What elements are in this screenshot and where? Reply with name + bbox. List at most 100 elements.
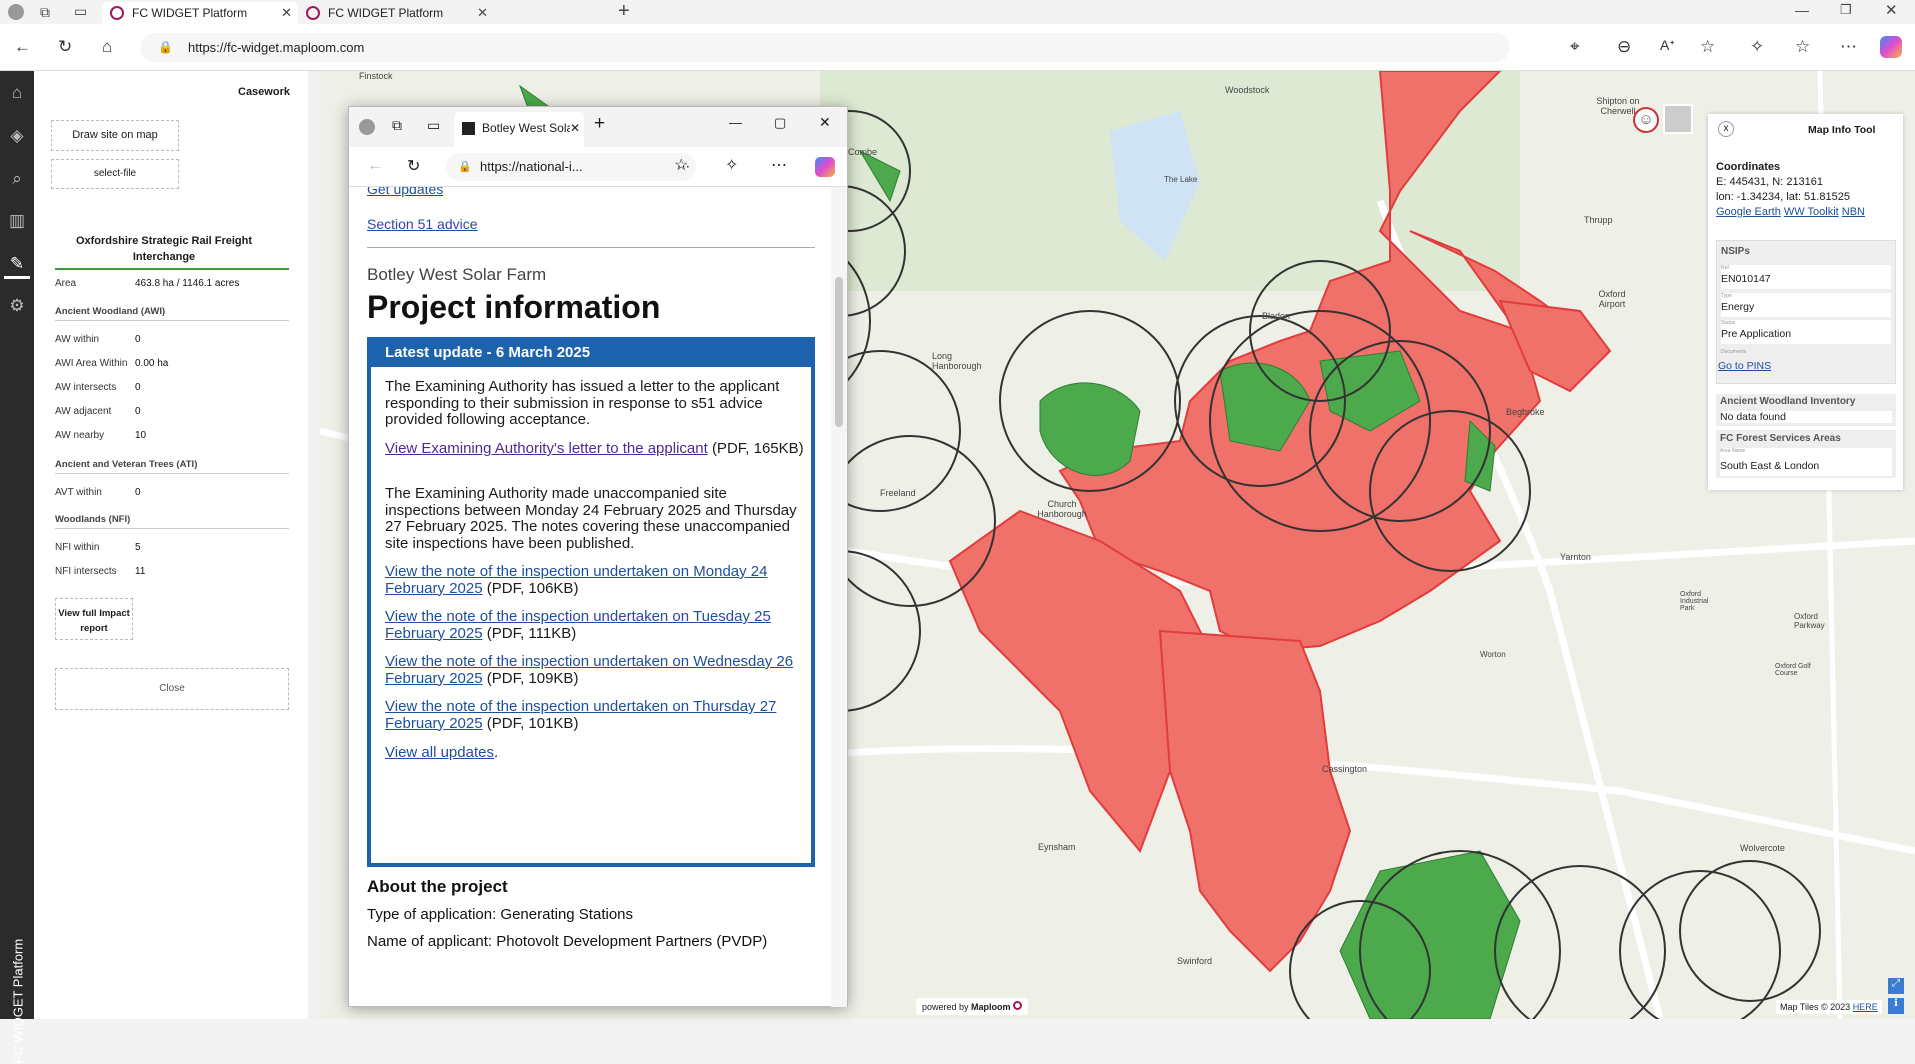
- site-title: Oxfordshire Strategic Rail Freight Inter…: [75, 235, 253, 263]
- favorites-icon[interactable]: ☆: [1795, 37, 1810, 57]
- home-icon[interactable]: ⌂: [102, 37, 112, 57]
- map-attribution: Map Tiles © 2023 HERE: [1776, 1000, 1882, 1014]
- letter-link[interactable]: View Examining Authority's letter to the…: [385, 440, 708, 457]
- settings-gear-icon[interactable]: ⚙: [7, 296, 27, 316]
- nbn-link[interactable]: NBN: [1842, 206, 1865, 218]
- popup-copilot-icon[interactable]: [815, 157, 835, 177]
- ww-toolkit-link[interactable]: WW Toolkit: [1784, 206, 1839, 218]
- inspection-note-link[interactable]: View the note of the inspection undertak…: [385, 698, 776, 732]
- browser-tab-bar: ⧉ ▭ FC WIDGET Platform ✕ FC WIDGET Platfo…: [0, 0, 1915, 24]
- awi-row: AWI Area Within 0.00 ha: [55, 358, 168, 369]
- popup-close-icon[interactable]: ✕: [819, 114, 831, 131]
- popup-new-tab-icon[interactable]: +: [594, 113, 605, 135]
- draw-site-button[interactable]: Draw site on map: [51, 120, 179, 151]
- basemap-toggle-icon[interactable]: [1663, 104, 1693, 134]
- place-label: Church Hanborough: [1037, 499, 1087, 519]
- tab-actions-icon[interactable]: ▭: [74, 3, 87, 20]
- application-type: Type of application: Generating Stations: [367, 906, 634, 923]
- search-icon[interactable]: ⌕: [7, 169, 27, 189]
- popup-url-field[interactable]: 🔒 https://national-i... ⋯: [446, 153, 696, 181]
- user-avatar-icon[interactable]: ☺: [1633, 107, 1659, 133]
- workspaces-icon[interactable]: ⧉: [40, 4, 50, 21]
- docs-label: Documents: [1721, 349, 1747, 355]
- docs-row: Documents Go to PINS: [1717, 347, 1887, 373]
- popup-close-tab-icon[interactable]: ✕: [569, 112, 580, 145]
- chart-icon[interactable]: ▥: [7, 211, 27, 231]
- area-label: Area: [55, 278, 77, 289]
- popup-lock-icon: 🔒: [458, 161, 472, 173]
- read-aloud-icon[interactable]: Aᐩ: [1660, 37, 1675, 54]
- popup-profile-icon[interactable]: [359, 119, 375, 135]
- here-link[interactable]: HERE: [1853, 1002, 1878, 1012]
- popup-workspaces-icon[interactable]: ⧉: [392, 117, 402, 134]
- popup-back-icon[interactable]: ←: [367, 157, 383, 175]
- place-label: Yarnton: [1560, 552, 1591, 562]
- close-tab-icon[interactable]: ✕: [477, 5, 488, 21]
- popup-refresh-icon[interactable]: ↻: [407, 156, 420, 176]
- view-impact-report-button[interactable]: View full Impact report: [55, 598, 133, 640]
- awi-section-header: Ancient Woodland (AWI): [55, 306, 289, 321]
- awi-label: AW adjacent: [55, 406, 112, 417]
- popup-scroll-thumb[interactable]: [835, 277, 843, 427]
- update-link-row: View the note of the inspection undertak…: [385, 698, 805, 732]
- go-to-pins-link[interactable]: Go to PINS: [1718, 360, 1771, 372]
- panel-header: Casework: [238, 86, 290, 98]
- section-51-link[interactable]: Section 51 advice: [367, 214, 797, 234]
- get-updates-link[interactable]: Get updates: [367, 187, 797, 199]
- status-value: Pre Application: [1721, 328, 1792, 340]
- copilot-icon[interactable]: [1880, 36, 1902, 58]
- casework-panel: Casework Draw site on map select-file Ox…: [34, 71, 320, 1019]
- status-label: Status: [1721, 320, 1736, 326]
- popup-star-icon[interactable]: ☆: [674, 155, 688, 175]
- info-icon[interactable]: ℹ: [1888, 998, 1904, 1014]
- info-title: Map Info Tool: [1808, 124, 1876, 136]
- profile-icon[interactable]: [8, 4, 24, 20]
- popup-scrollbar[interactable]: [831, 187, 847, 1007]
- project-title: Project information: [367, 289, 661, 325]
- awi-value: 0: [135, 334, 141, 345]
- view-all-updates-link[interactable]: View all updates: [385, 744, 494, 761]
- inspection-note-link[interactable]: View the note of the inspection undertak…: [385, 653, 793, 687]
- awi-label: AW intersects: [55, 382, 117, 393]
- google-earth-link[interactable]: Google Earth: [1716, 206, 1781, 218]
- draw-pencil-icon[interactable]: ✎: [7, 254, 27, 274]
- close-button[interactable]: Close: [55, 668, 289, 710]
- select-file-button[interactable]: select-file: [51, 159, 179, 189]
- extensions-icon[interactable]: ✧: [1750, 37, 1764, 57]
- expand-icon[interactable]: ⤢: [1888, 978, 1904, 994]
- place-label: Eynsham: [1038, 842, 1076, 852]
- fc-area-label: Area Name: [1720, 448, 1746, 454]
- popup-tab-actions-icon[interactable]: ▭: [427, 117, 440, 134]
- more-menu-icon[interactable]: ⋯: [1840, 37, 1857, 57]
- browser-tab-1[interactable]: FC WIDGET Platform ✕: [102, 2, 298, 24]
- favorite-star-icon[interactable]: ☆: [1700, 37, 1715, 57]
- zoom-out-icon[interactable]: ⊖: [1617, 37, 1631, 57]
- type-row: Type Energy: [1721, 293, 1891, 317]
- popup-extensions-icon[interactable]: ✧: [725, 155, 738, 175]
- close-window-icon[interactable]: ✕: [1885, 1, 1898, 19]
- location-icon[interactable]: ⌖: [1570, 37, 1580, 57]
- refresh-icon[interactable]: ↻: [58, 37, 72, 57]
- place-label: Combe: [848, 147, 878, 157]
- panel-scrollbar[interactable]: [308, 71, 320, 1019]
- inspection-note-link[interactable]: View the note of the inspection undertak…: [385, 608, 771, 642]
- popup-more-icon[interactable]: ⋯: [771, 155, 787, 175]
- info-close-button[interactable]: x: [1718, 121, 1734, 137]
- status-row: Status Pre Application: [1721, 320, 1891, 344]
- restore-icon[interactable]: ❐: [1840, 2, 1852, 18]
- popup-maximize-icon[interactable]: ▢: [774, 115, 786, 131]
- url-field[interactable]: 🔒 https://fc-widget.maploom.com: [140, 33, 1510, 62]
- minimize-icon[interactable]: —: [1795, 2, 1809, 18]
- back-icon[interactable]: ←: [14, 37, 31, 57]
- awi-value: 0: [135, 382, 141, 393]
- popup-browser-window: ⧉ ▭ Botley West Sola ✕ + — ▢ ✕ ← ↻ 🔒 htt…: [348, 106, 848, 1007]
- popup-tab[interactable]: Botley West Sola ✕: [454, 112, 584, 147]
- new-tab-icon[interactable]: +: [618, 0, 630, 23]
- home-icon[interactable]: ⌂: [7, 83, 27, 103]
- popup-minimize-icon[interactable]: —: [729, 115, 742, 130]
- awi-row: AW adjacent 0: [55, 406, 141, 417]
- popup-favicon-icon: [462, 122, 475, 135]
- browser-tab-2[interactable]: FC WIDGET Platform ✕: [298, 2, 494, 24]
- layers-icon[interactable]: ◈: [7, 126, 27, 146]
- close-tab-icon[interactable]: ✕: [281, 5, 292, 21]
